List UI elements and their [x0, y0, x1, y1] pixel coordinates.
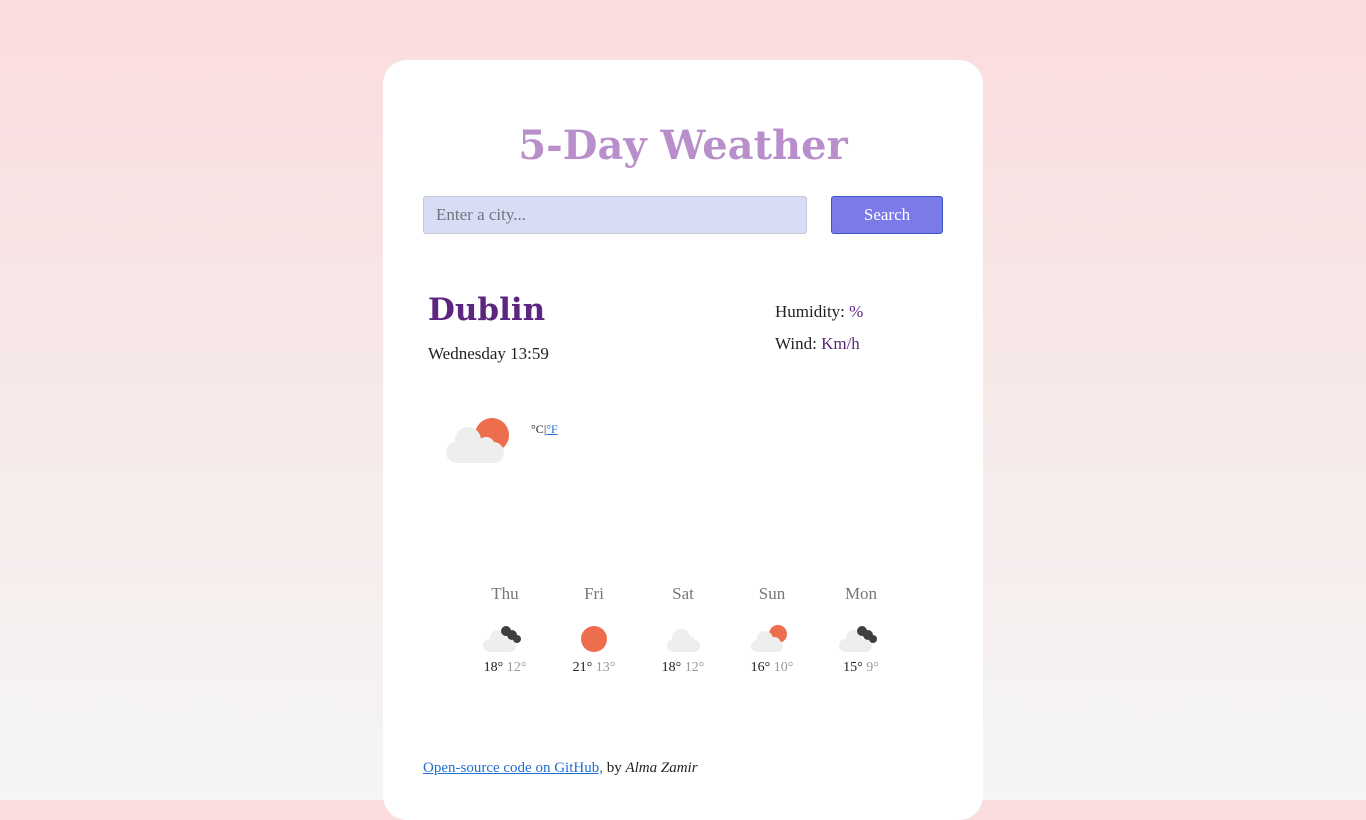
forecast-day-name: Sun: [758, 584, 786, 603]
city-search-input[interactable]: [423, 196, 807, 234]
forecast-day: Fri 21° 13°: [550, 584, 638, 676]
unit-toggle: °C|°F: [531, 422, 558, 437]
cloudy-night-icon: [483, 626, 521, 652]
forecast-max-temp: 18°: [661, 660, 682, 675]
forecast-min-temp: 12°: [506, 660, 527, 675]
forecast-temps: 16° 10°: [728, 660, 816, 676]
forecast-day: Mon 15° 9°: [817, 584, 905, 676]
fahrenheit-link[interactable]: °F: [546, 422, 557, 436]
cloudy-night-icon: [839, 626, 877, 652]
forecast-day-name: Thu: [491, 584, 519, 603]
current-datetime: Wednesday 13:59: [428, 344, 549, 363]
wind-row: Wind: Km/h: [775, 334, 863, 366]
search-button[interactable]: Search: [831, 196, 943, 234]
forecast-min-temp: 13°: [595, 660, 616, 675]
forecast-day: Thu 18° 12°: [461, 584, 549, 676]
forecast-max-temp: 21°: [572, 660, 593, 675]
author-name: Alma Zamir: [625, 760, 698, 776]
forecast-temps: 21° 13°: [550, 660, 638, 676]
forecast-day-name: Sat: [672, 584, 694, 603]
humidity-row: Humidity: %: [775, 302, 863, 334]
celsius-unit: °C: [531, 422, 544, 436]
wind-value: Km/h: [821, 334, 860, 353]
forecast-min-temp: 10°: [773, 660, 794, 675]
sun-icon: [581, 626, 607, 652]
forecast-day: Sun 16° 10°: [728, 584, 816, 676]
forecast-min-temp: 9°: [866, 660, 879, 675]
forecast-temps: 18° 12°: [639, 660, 727, 676]
weather-details: Humidity: % Wind: Km/h: [775, 302, 863, 366]
humidity-value: %: [849, 302, 864, 321]
forecast-temps: 18° 12°: [461, 660, 549, 676]
cloud-icon: [667, 629, 700, 652]
forecast-day-name: Fri: [584, 584, 604, 603]
partly-cloudy-day-icon: [446, 418, 509, 463]
forecast-max-temp: 18°: [483, 660, 504, 675]
footer-by-text: by: [602, 760, 626, 776]
github-link[interactable]: Open-source code on GitHub,: [423, 760, 603, 776]
forecast-temps: 15° 9°: [817, 660, 905, 676]
partly-cloudy-day-icon: [751, 625, 787, 652]
humidity-label: Humidity:: [775, 302, 845, 321]
forecast-day-name: Mon: [844, 584, 878, 603]
forecast-max-temp: 15°: [843, 660, 863, 675]
wind-label: Wind:: [775, 334, 817, 353]
footer: Open-source code on GitHub, by Alma Zami…: [423, 760, 698, 777]
forecast-list: Thu 18° 12° Fri 21° 13° Sat 18° 12° Sun …: [461, 584, 905, 676]
city-name: Dublin: [428, 292, 546, 328]
weather-card: 5-Day Weather Search Dublin Wednesday 13…: [383, 60, 983, 820]
page-title: 5-Day Weather: [518, 122, 848, 169]
forecast-min-temp: 12°: [684, 660, 705, 675]
forecast-max-temp: 16°: [750, 660, 771, 675]
forecast-day: Sat 18° 12°: [639, 584, 727, 676]
